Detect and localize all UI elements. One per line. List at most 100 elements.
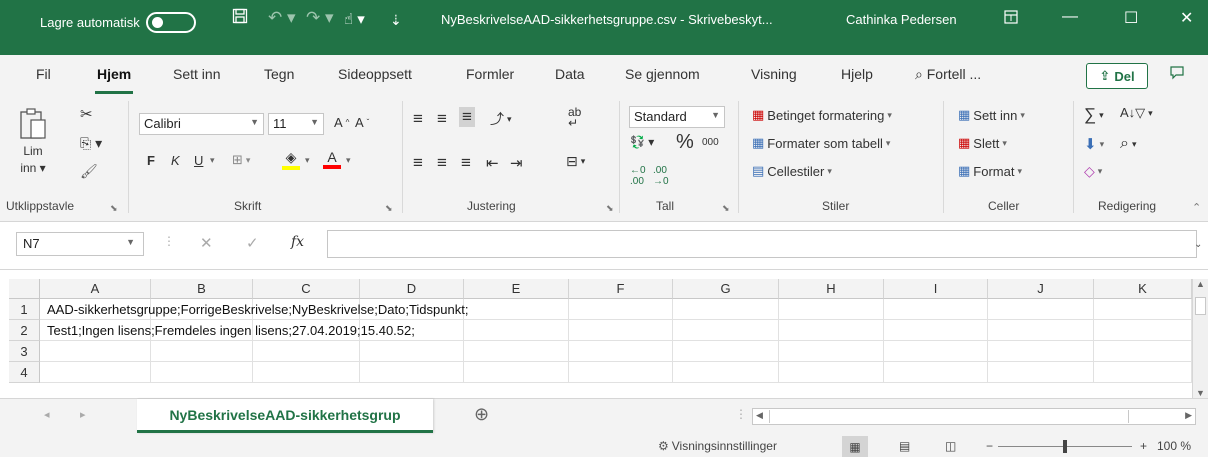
column-header-e[interactable]: E: [464, 279, 569, 299]
horizontal-scrollbar[interactable]: ◀ ▶: [752, 408, 1196, 425]
cell-j3-bg[interactable]: [988, 341, 1094, 362]
comma-style-button[interactable]: 000: [702, 137, 719, 148]
align-left-icon[interactable]: ≡: [413, 153, 423, 173]
autosave[interactable]: Lagre automatisk: [40, 12, 196, 33]
cell-d4-bg[interactable]: [360, 362, 464, 383]
increase-indent-icon[interactable]: ⇥: [510, 154, 523, 172]
tab-data[interactable]: Data: [555, 66, 585, 82]
vertical-scrollbar[interactable]: ▲ ▼: [1192, 279, 1208, 398]
find-select-icon[interactable]: ⌕ ▾: [1120, 135, 1137, 153]
percent-button[interactable]: %: [676, 131, 694, 154]
scroll-up-icon[interactable]: ▲: [1196, 279, 1205, 289]
fill-dropdown-icon[interactable]: ▾: [305, 155, 310, 166]
merge-center-icon[interactable]: ⊟ ▾: [566, 153, 585, 170]
scroll-down-icon[interactable]: ▼: [1196, 388, 1205, 398]
prev-sheet-icon[interactable]: ◂: [44, 408, 50, 421]
paste-button[interactable]: Lim inn ▾: [18, 107, 48, 175]
cell-k1-bg[interactable]: [1094, 299, 1192, 320]
format-as-table-button[interactable]: ▦ Formater som tabell ▾: [752, 135, 890, 151]
column-header-j[interactable]: J: [988, 279, 1094, 299]
cell-h3-bg[interactable]: [779, 341, 884, 362]
cell-e4-bg[interactable]: [464, 362, 569, 383]
sheet-tab-active[interactable]: NyBeskrivelseAAD-sikkerhetsgrup: [137, 399, 433, 433]
font-name-select[interactable]: Calibri ▼: [139, 113, 264, 135]
copy-icon[interactable]: ⎘ ▾: [80, 135, 102, 152]
zoom-slider-thumb[interactable]: [1063, 440, 1067, 453]
scroll-right-icon[interactable]: ▶: [1185, 410, 1192, 421]
number-format-select[interactable]: Standard ▼: [629, 106, 725, 128]
decrease-decimal-icon[interactable]: .00 →0: [653, 165, 669, 187]
view-settings[interactable]: ⚙ Visningsinnstillinger: [658, 439, 777, 453]
row-header-2[interactable]: 2: [9, 320, 40, 341]
user-name[interactable]: Cathinka Pedersen: [846, 12, 957, 27]
decrease-indent-icon[interactable]: ⇤: [486, 154, 499, 172]
autosum-icon[interactable]: ∑ ▾: [1084, 105, 1104, 125]
cancel-icon[interactable]: ✕: [200, 234, 213, 252]
normal-view-icon[interactable]: ▦: [842, 436, 868, 457]
zoom-level[interactable]: 100 %: [1157, 439, 1191, 453]
cell-h2-bg[interactable]: [779, 320, 884, 341]
tab-splitter-icon[interactable]: ⋮: [735, 407, 747, 421]
customize-qat-icon[interactable]: ⇣: [390, 12, 402, 29]
column-header-k[interactable]: K: [1094, 279, 1192, 299]
format-painter-icon[interactable]: 🖌: [80, 163, 98, 180]
accounting-format-icon[interactable]: 💱 ▾: [630, 135, 654, 149]
align-bottom-icon[interactable]: ≡: [459, 107, 475, 127]
orientation-icon[interactable]: ⤴ ▾: [490, 109, 512, 129]
underline-dropdown-icon[interactable]: ▾: [210, 155, 215, 166]
column-header-a[interactable]: A: [40, 279, 151, 299]
scroll-left-icon[interactable]: ◀: [756, 410, 763, 421]
align-right-icon[interactable]: ≡: [461, 153, 471, 173]
enter-icon[interactable]: ✓: [246, 234, 259, 252]
cell-f2-bg[interactable]: [569, 320, 673, 341]
save-icon[interactable]: [232, 8, 248, 29]
clear-icon[interactable]: ◇ ▾: [1084, 163, 1102, 180]
tab-formler[interactable]: Formler: [466, 66, 514, 82]
align-middle-icon[interactable]: ≡: [437, 109, 447, 129]
cell-d3-bg[interactable]: [360, 341, 464, 362]
row-header-1[interactable]: 1: [9, 299, 40, 320]
touch-mode-icon[interactable]: ☝ ▾: [344, 10, 365, 28]
align-center-icon[interactable]: ≡: [437, 153, 447, 173]
cut-icon[interactable]: ✂: [80, 105, 93, 123]
cell-e3-bg[interactable]: [464, 341, 569, 362]
wrap-text-icon[interactable]: ab ↵: [568, 106, 581, 129]
zoom-out-icon[interactable]: −: [986, 439, 993, 453]
column-header-b[interactable]: B: [151, 279, 253, 299]
increase-font-icon[interactable]: A ^: [334, 115, 349, 130]
column-header-d[interactable]: D: [360, 279, 464, 299]
share-button[interactable]: ⇪ Del: [1086, 63, 1148, 89]
cell-h4-bg[interactable]: [779, 362, 884, 383]
borders-icon[interactable]: ⊞ ▾: [232, 152, 250, 168]
alignment-launcher-icon[interactable]: ⬊: [606, 203, 614, 214]
align-top-icon[interactable]: ≡: [413, 109, 423, 129]
conditional-formatting-button[interactable]: ▦ Betinget formatering ▾: [752, 107, 892, 123]
bold-button[interactable]: F: [147, 153, 155, 168]
cell-g1-bg[interactable]: [673, 299, 779, 320]
horizontal-scroll-thumb[interactable]: [769, 410, 1129, 423]
cell-g3-bg[interactable]: [673, 341, 779, 362]
select-all-corner[interactable]: [9, 279, 40, 299]
insert-function-button[interactable]: fx: [291, 234, 304, 250]
column-header-h[interactable]: H: [779, 279, 884, 299]
page-break-icon[interactable]: ◫: [945, 439, 956, 453]
autosave-toggle[interactable]: [145, 12, 196, 33]
cell-i2-bg[interactable]: [884, 320, 988, 341]
ribbon-display-icon[interactable]: [1004, 10, 1018, 29]
tab-visning[interactable]: Visning: [751, 66, 797, 82]
cell-k2-bg[interactable]: [1094, 320, 1192, 341]
page-layout-icon[interactable]: ▤: [899, 439, 910, 453]
tab-hjem[interactable]: Hjem: [94, 66, 134, 94]
format-cells-button[interactable]: ▦ Format ▾: [958, 163, 1022, 179]
zoom-slider[interactable]: [998, 440, 1132, 453]
cell-styles-button[interactable]: ▤ Cellestiler ▾: [752, 163, 832, 179]
clipboard-launcher-icon[interactable]: ⬊: [110, 203, 118, 214]
underline-button[interactable]: U: [194, 153, 203, 168]
row-header-4[interactable]: 4: [9, 362, 40, 383]
cell-e1-bg[interactable]: [464, 299, 569, 320]
cell-g4-bg[interactable]: [673, 362, 779, 383]
number-launcher-icon[interactable]: ⬊: [722, 203, 730, 214]
insert-cells-button[interactable]: ▦ Sett inn ▾: [958, 107, 1025, 123]
cell-a2[interactable]: Test1;Ingen lisens;Fremdeles ingen lisen…: [47, 320, 415, 338]
increase-decimal-icon[interactable]: ←0.00: [630, 165, 646, 187]
